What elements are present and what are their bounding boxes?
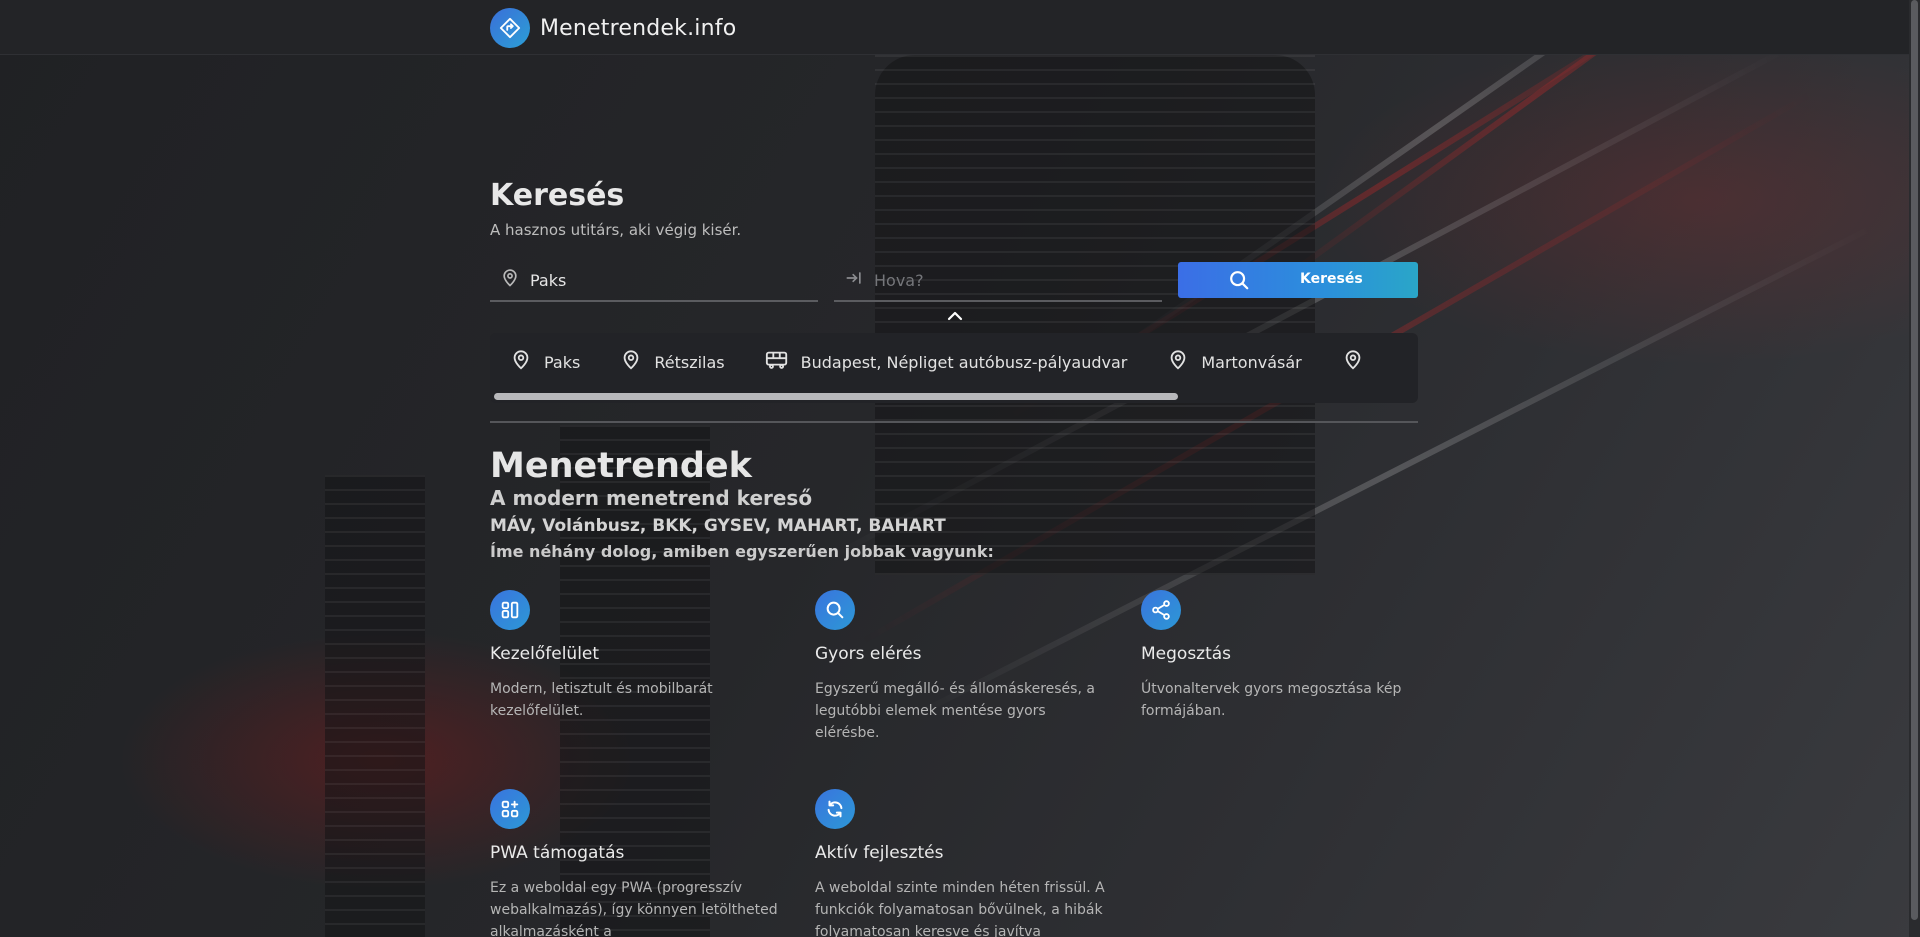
brand-link[interactable]: Menetrendek.info	[490, 8, 736, 48]
about-intro: Íme néhány dolog, amiben egyszerűen jobb…	[490, 542, 994, 561]
feature-title: PWA támogatás	[490, 843, 625, 863]
about-title: Menetrendek	[490, 446, 752, 486]
page-scrollbar[interactable]	[1909, 0, 1920, 937]
feature-text: A weboldal szinte minden héten frissül. …	[815, 880, 1105, 937]
feature-text: Ez a weboldal egy PWA (progresszív webal…	[490, 880, 778, 937]
feature-text: Egyszerű megálló- és állomáskeresés, a l…	[815, 681, 1095, 741]
to-input[interactable]	[874, 270, 1124, 290]
brand-name: Menetrendek.info	[540, 15, 737, 41]
about-subtitle: A modern menetrend kereső	[490, 486, 813, 510]
feature-text: Útvonaltervek gyors megosztása kép formá…	[1141, 681, 1402, 719]
feature-title: Kezelőfelület	[490, 644, 600, 664]
page-scrollbar-thumb[interactable]	[1911, 0, 1918, 920]
feature-title: Gyors elérés	[815, 644, 922, 664]
directions-icon	[490, 8, 530, 48]
layout-icon	[490, 590, 530, 630]
recent-stop-label: Martonvásár	[1201, 352, 1302, 372]
search-subtitle: A hasznos utitárs, aki végig kisér.	[490, 221, 742, 239]
search-icon	[1228, 269, 1250, 295]
search-button[interactable]: Keresés	[1178, 262, 1418, 298]
operators-list: MÁV, Volánbusz, BKK, GYSEV, MAHART, BAHA…	[490, 516, 946, 536]
location-pin-icon	[510, 349, 532, 375]
site-header: Menetrendek.info	[0, 0, 1909, 55]
location-pin-icon	[500, 268, 520, 292]
feature-title: Megosztás	[1141, 644, 1232, 664]
location-pin-icon	[1167, 349, 1189, 375]
feature-card: Aktív fejlesztés A weboldal szinte minde…	[815, 789, 1105, 937]
feature-card: PWA támogatás Ez a weboldal egy PWA (pro…	[490, 789, 780, 937]
refresh-icon	[815, 789, 855, 829]
search-button-label: Keresés	[1300, 271, 1363, 287]
recent-stop-item[interactable]	[1342, 349, 1376, 375]
recent-stop-label: Rétszilas	[654, 352, 725, 372]
search-title: Keresés	[490, 178, 625, 213]
recent-stop-label: Paks	[544, 352, 581, 372]
recent-stop-item[interactable]: Martonvásár	[1167, 349, 1302, 375]
recent-stop-item[interactable]: Budapest, Népliget autóbusz-pályaudvar	[765, 349, 1128, 375]
recent-stop-item[interactable]: Rétszilas	[620, 349, 725, 375]
feature-card: Kezelőfelület Modern, letisztult és mobi…	[490, 590, 780, 722]
to-field	[834, 260, 1162, 302]
feature-title: Aktív fejlesztés	[815, 843, 944, 863]
chevron-up-icon[interactable]	[944, 308, 966, 324]
carousel-scrollbar[interactable]	[494, 393, 1178, 400]
apps-add-icon	[490, 789, 530, 829]
feature-card: Gyors elérés Egyszerű megálló- és állomá…	[815, 590, 1105, 744]
background-tower	[325, 475, 425, 937]
arrow-to-line-icon	[844, 268, 864, 292]
from-input[interactable]	[530, 270, 780, 290]
feature-text: Modern, letisztult és mobilbarát kezelőf…	[490, 681, 713, 719]
location-pin-icon	[620, 349, 642, 375]
search-icon	[815, 590, 855, 630]
feature-card: Megosztás Útvonaltervek gyors megosztása…	[1141, 590, 1431, 722]
recent-stop-item[interactable]: Paks	[510, 349, 580, 375]
section-divider	[490, 421, 1418, 423]
background-tower	[875, 55, 1315, 575]
location-pin-icon	[1342, 349, 1364, 375]
recent-stop-label: Budapest, Népliget autóbusz-pályaudvar	[800, 352, 1128, 372]
recent-stops-carousel[interactable]: Paks Rétszilas Budapest, Népliget autóbu…	[490, 333, 1418, 403]
share-icon	[1141, 590, 1181, 630]
bus-icon	[765, 349, 789, 375]
recent-stops-track: Paks Rétszilas Budapest, Népliget autóbu…	[510, 349, 1416, 375]
from-field	[490, 260, 818, 302]
